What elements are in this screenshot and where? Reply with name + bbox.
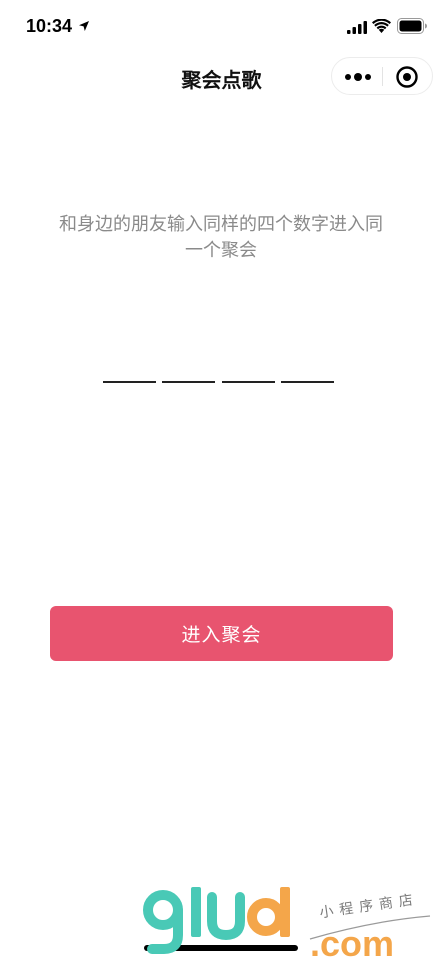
watermark-logo: 小程序商店 .com — [143, 887, 431, 960]
code-digit-2-input[interactable] — [162, 355, 215, 383]
svg-text:小程序商店: 小程序商店 — [319, 892, 420, 922]
status-bar: 10:34 — [0, 0, 443, 54]
cellular-signal-icon — [347, 21, 367, 34]
capsule-divider — [382, 67, 383, 86]
status-time: 10:34 — [26, 16, 73, 36]
instruction-text: 和身边的朋友输入同样的四个数字进入同 一个聚会 — [46, 212, 396, 264]
more-dots-icon[interactable] — [344, 72, 372, 82]
instruction-line-1: 和身边的朋友输入同样的四个数字进入同 — [59, 214, 383, 235]
location-arrow-icon — [79, 21, 89, 31]
battery-icon — [397, 18, 427, 34]
code-digit-1-input[interactable] — [103, 355, 156, 383]
join-party-button[interactable]: 进入聚会 — [50, 606, 393, 661]
miniprogram-capsule — [331, 57, 433, 95]
instruction-line-2: 一个聚会 — [185, 240, 257, 261]
code-digit-3-input[interactable] — [222, 355, 275, 383]
svg-text:.com: .com — [310, 923, 394, 960]
code-digit-4-input[interactable] — [281, 355, 334, 383]
screen: 10:34 聚会点歌 和身边的朋友输入同样的四个数字进入同 一个聚会 进入聚会 … — [0, 0, 443, 960]
wifi-icon — [372, 19, 391, 33]
close-miniprogram-icon[interactable] — [395, 65, 419, 89]
